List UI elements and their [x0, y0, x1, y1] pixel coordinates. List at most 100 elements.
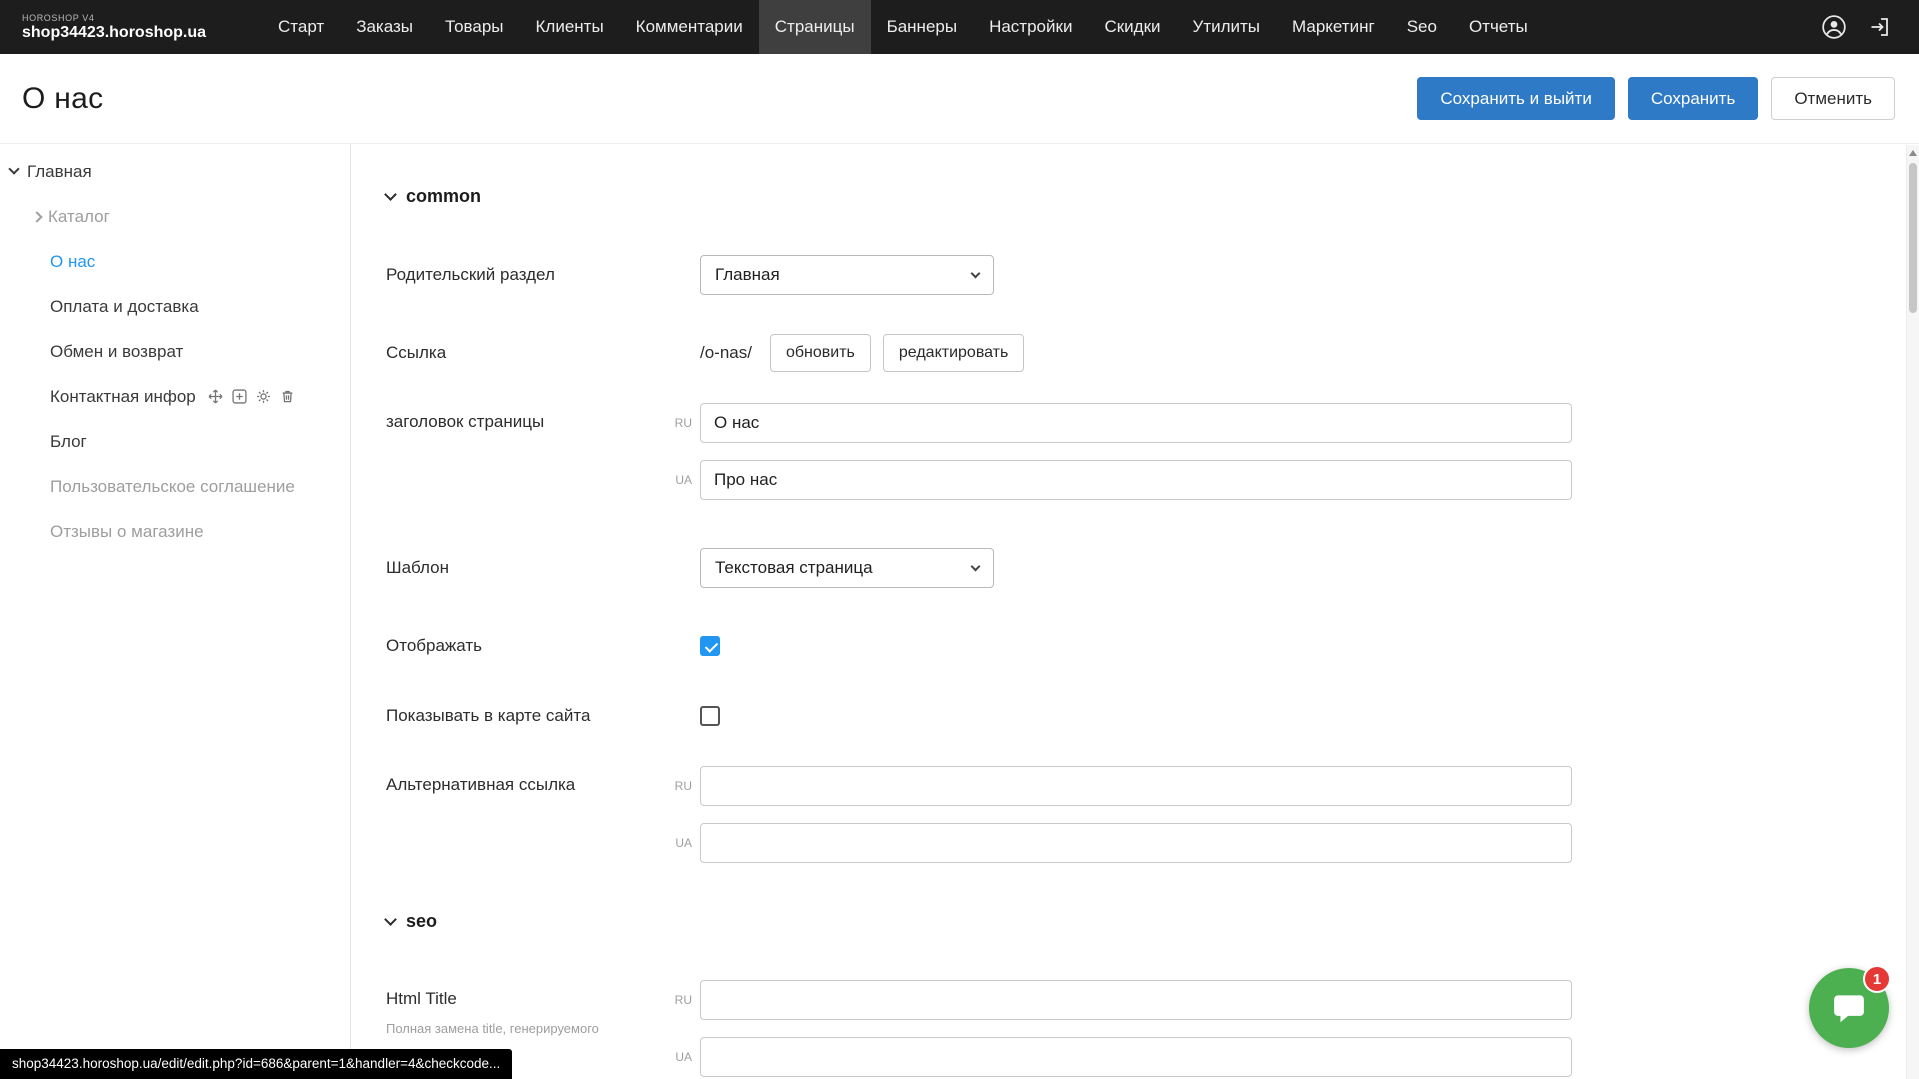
shop-domain: shop34423.horoshop.ua: [22, 24, 262, 42]
sidebar-item-label: Каталог: [48, 207, 110, 227]
header-actions: Сохранить и выйти Сохранить Отменить: [1417, 77, 1895, 120]
link-row: Ссылка /o-nas/ обновить редактировать: [386, 333, 1919, 373]
section-common[interactable]: common: [386, 186, 1919, 207]
sidebar-item-catalog[interactable]: Каталог: [0, 194, 350, 239]
parent-section-label: Родительский раздел: [386, 265, 700, 285]
html-title-ru-input[interactable]: [700, 980, 1572, 1020]
html-title-row: Html Title Полная замена title, генериру…: [386, 980, 1919, 1077]
lang-ua-badge: UA: [666, 1050, 692, 1064]
move-icon[interactable]: [208, 389, 223, 404]
page-title-row: заголовок страницы RU UA: [386, 403, 1919, 500]
display-checkbox[interactable]: [700, 636, 720, 656]
logo[interactable]: HOROSHOP V4 shop34423.horoshop.ua: [0, 0, 262, 54]
sidebar-item-payment-delivery[interactable]: Оплата и доставка: [0, 284, 350, 329]
html-title-ua-input[interactable]: [700, 1037, 1572, 1077]
link-value: /o-nas/: [700, 343, 752, 363]
main-nav: Старт Заказы Товары Клиенты Комментарии …: [262, 0, 1821, 54]
nav-item-reports[interactable]: Отчеты: [1453, 0, 1544, 54]
template-label: Шаблон: [386, 558, 700, 578]
sidebar-item-store-reviews[interactable]: Отзывы о магазине: [0, 509, 350, 554]
sidebar-item-contact-info[interactable]: Контактная инфор: [0, 374, 350, 419]
html-title-label: Html Title: [386, 989, 656, 1009]
chevron-right-icon[interactable]: [31, 211, 42, 222]
edit-form: common Родительский раздел Главная Ссылк…: [351, 144, 1919, 1079]
lang-ua-badge: UA: [666, 473, 692, 487]
delete-icon[interactable]: [280, 389, 295, 404]
nav-item-pages[interactable]: Страницы: [759, 0, 871, 54]
sidebar-item-label: Обмен и возврат: [50, 342, 183, 362]
sidebar-item-blog[interactable]: Блог: [0, 419, 350, 464]
page-header: О нас Сохранить и выйти Сохранить Отмени…: [0, 54, 1919, 144]
refresh-link-button[interactable]: обновить: [770, 334, 871, 372]
account-icon[interactable]: [1821, 14, 1847, 40]
sidebar-item-label: Оплата и доставка: [50, 297, 199, 317]
chat-widget-button[interactable]: 1: [1809, 968, 1889, 1048]
display-row: Отображать: [386, 626, 1919, 666]
sidebar-item-about[interactable]: О нас: [0, 239, 350, 284]
nav-item-clients[interactable]: Клиенты: [520, 0, 620, 54]
sidebar-item-label: Блог: [50, 432, 87, 452]
parent-section-row: Родительский раздел Главная: [386, 255, 1919, 295]
nav-item-products[interactable]: Товары: [429, 0, 519, 54]
settings-icon[interactable]: [256, 389, 271, 404]
item-hover-actions: [208, 389, 295, 404]
link-label: Ссылка: [386, 343, 700, 363]
page-title-ua-input[interactable]: [700, 460, 1572, 500]
topbar: HOROSHOP V4 shop34423.horoshop.ua Старт …: [0, 0, 1919, 54]
topbar-actions: [1821, 0, 1919, 54]
sidebar-item-label: Отзывы о магазине: [50, 522, 204, 542]
sidebar: Главная Каталог О нас Оплата и доставка …: [0, 144, 351, 1079]
parent-section-value: Главная: [715, 265, 780, 285]
section-seo-label: seo: [406, 911, 437, 932]
parent-section-select[interactable]: Главная: [700, 255, 994, 295]
main-layout: Главная Каталог О нас Оплата и доставка …: [0, 144, 1919, 1079]
alt-link-label: Альтернативная ссылка: [386, 766, 666, 795]
template-select[interactable]: Текстовая страница: [700, 548, 994, 588]
chevron-down-icon[interactable]: [8, 163, 19, 174]
chevron-down-icon: [971, 269, 981, 279]
nav-item-seo[interactable]: Seo: [1391, 0, 1453, 54]
sidebar-item-label: Главная: [27, 162, 92, 182]
nav-item-start[interactable]: Старт: [262, 0, 340, 54]
status-url: shop34423.horoshop.ua/edit/edit.php?id=6…: [0, 1049, 512, 1079]
nav-item-comments[interactable]: Комментарии: [620, 0, 759, 54]
sidebar-item-home[interactable]: Главная: [0, 149, 350, 194]
scrollbar-thumb[interactable]: [1909, 163, 1917, 313]
nav-item-utilities[interactable]: Утилиты: [1177, 0, 1277, 54]
lang-ru-badge: RU: [666, 993, 692, 1007]
sidebar-item-user-agreement[interactable]: Пользовательское соглашение: [0, 464, 350, 509]
scroll-up-icon[interactable]: [1909, 150, 1917, 156]
sitemap-row: Показывать в карте сайта: [386, 696, 1919, 736]
add-icon[interactable]: [232, 389, 247, 404]
chevron-down-icon: [384, 913, 397, 926]
save-exit-button[interactable]: Сохранить и выйти: [1417, 77, 1614, 120]
cancel-button[interactable]: Отменить: [1771, 77, 1895, 120]
edit-link-button[interactable]: редактировать: [883, 334, 1024, 372]
chat-unread-badge: 1: [1863, 965, 1891, 993]
lang-ua-badge: UA: [666, 836, 692, 850]
alt-link-ua-input[interactable]: [700, 823, 1572, 863]
section-common-label: common: [406, 186, 481, 207]
nav-item-banners[interactable]: Баннеры: [871, 0, 974, 54]
sitemap-checkbox[interactable]: [700, 706, 720, 726]
html-title-hint: Полная замена title, генерируемого: [386, 1021, 656, 1037]
display-label: Отображать: [386, 636, 700, 656]
nav-item-settings[interactable]: Настройки: [973, 0, 1088, 54]
logout-icon[interactable]: [1867, 14, 1893, 40]
sidebar-item-label: Пользовательское соглашение: [50, 477, 295, 497]
page-title-ru-input[interactable]: [700, 403, 1572, 443]
alt-link-row: Альтернативная ссылка RU UA: [386, 766, 1919, 863]
nav-item-orders[interactable]: Заказы: [340, 0, 429, 54]
scrollbar[interactable]: [1906, 145, 1919, 1079]
chevron-down-icon: [384, 188, 397, 201]
nav-item-marketing[interactable]: Маркетинг: [1276, 0, 1391, 54]
nav-item-discounts[interactable]: Скидки: [1088, 0, 1176, 54]
section-seo[interactable]: seo: [386, 911, 1919, 932]
alt-link-ru-input[interactable]: [700, 766, 1572, 806]
brand-label: HOROSHOP V4: [22, 13, 262, 24]
sitemap-label: Показывать в карте сайта: [386, 706, 700, 726]
page-title: О нас: [22, 82, 103, 116]
sidebar-item-exchange-return[interactable]: Обмен и возврат: [0, 329, 350, 374]
sidebar-item-label: Контактная инфор: [50, 387, 196, 407]
save-button[interactable]: Сохранить: [1628, 77, 1758, 120]
